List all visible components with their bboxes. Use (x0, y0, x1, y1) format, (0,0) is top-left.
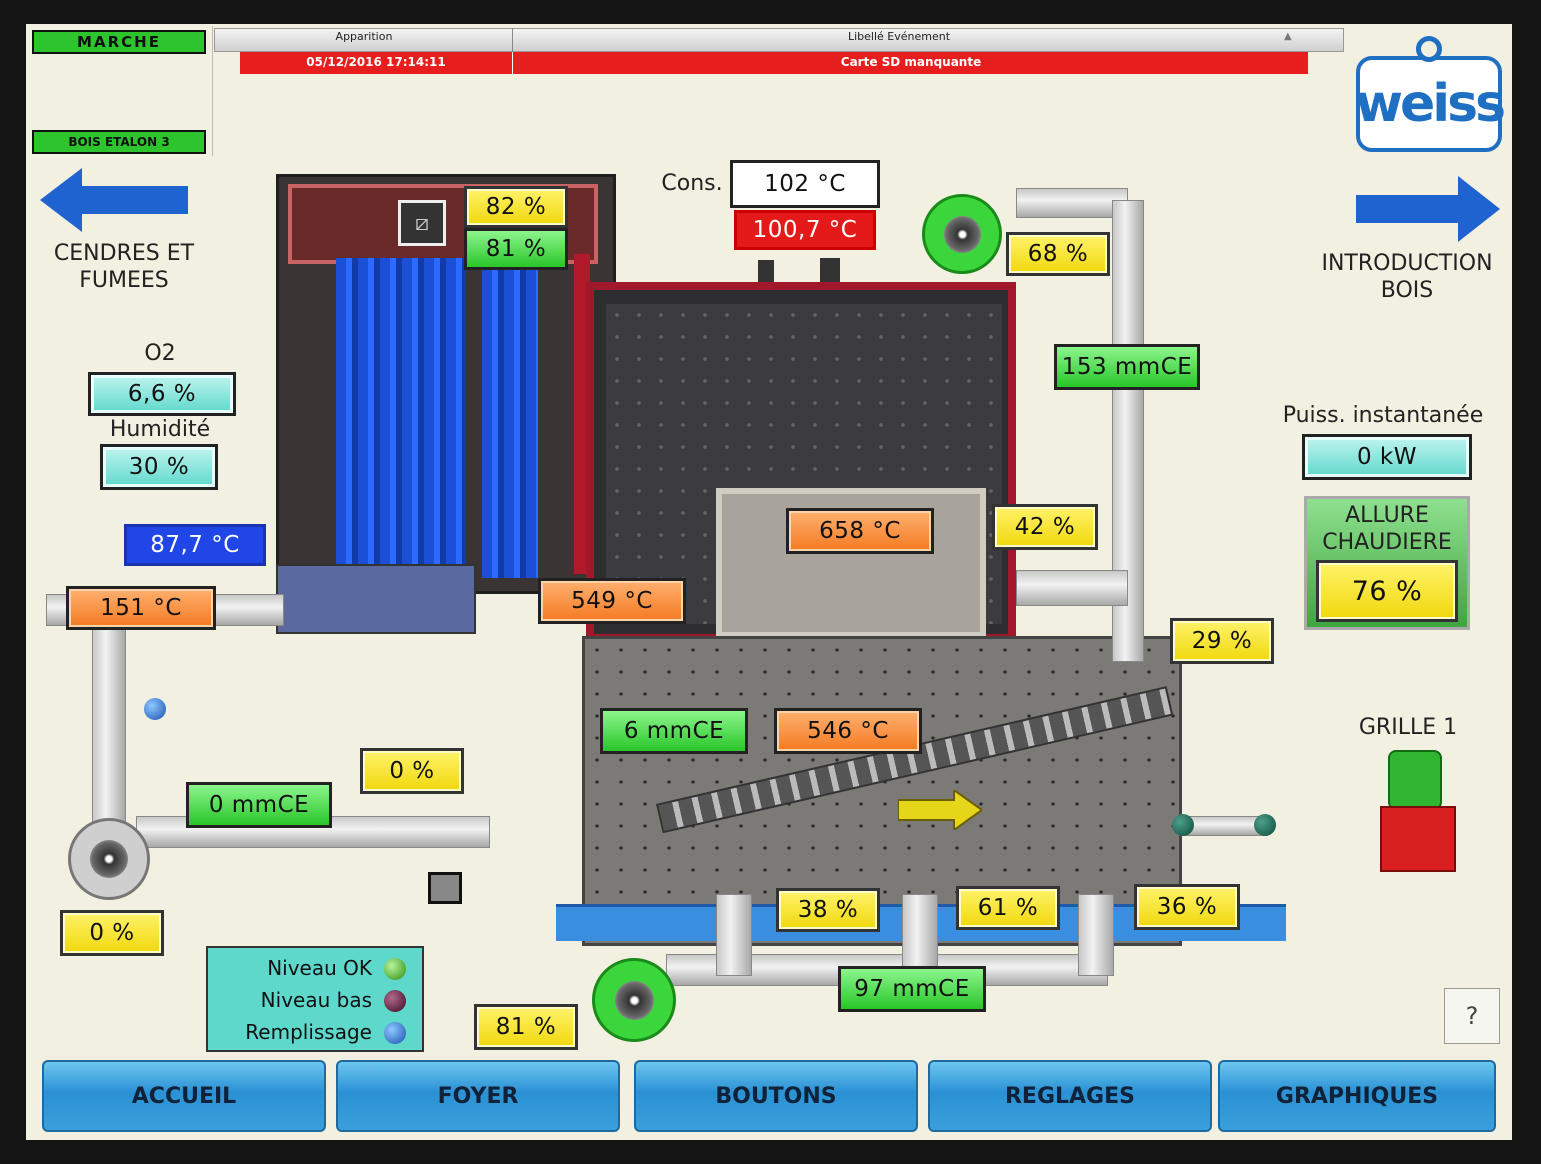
nav-right-arrow[interactable] (1356, 176, 1500, 242)
exchanger-tubes-a (336, 258, 466, 578)
o2-value[interactable]: 6,6 % (88, 372, 236, 416)
legend-ok-label: Niveau OK (267, 956, 372, 980)
grille-motor-fan (1388, 750, 1442, 810)
legend-fill-label: Remplissage (245, 1020, 372, 1044)
left-pressure-value[interactable]: 0 mmCE (186, 782, 332, 828)
furnace-stack-2 (820, 258, 840, 282)
exchanger-bottom-value[interactable]: 81 % (464, 228, 568, 270)
nav-right-line2: BOIS (1380, 278, 1434, 303)
under-grate-fan[interactable]: 81 % (474, 1004, 578, 1050)
temp-blue-value[interactable]: 87,7 °C (124, 524, 266, 566)
valve-indicator-left-icon (144, 698, 166, 720)
nav-left-arrow[interactable] (40, 168, 190, 232)
menu-foyer-button[interactable]: FOYER (336, 1060, 620, 1132)
under-grate-c[interactable]: 36 % (1134, 884, 1240, 930)
pipe-bottom-riser-2 (902, 894, 938, 976)
humidity-label: Humidité (109, 417, 211, 442)
o2-label: O2 (144, 341, 176, 366)
exchanger-base (276, 564, 476, 634)
hmi-screen: MARCHE BOIS ETALON 3 Apparition Libellé … (26, 24, 1512, 1140)
alarm-row[interactable]: 05/12/2016 17:14:11 Carte SD manquante (240, 52, 1308, 74)
power-value[interactable]: 0 kW (1302, 434, 1472, 480)
allure-line1: ALLURE (1345, 503, 1429, 528)
grille-motor-tank (1380, 806, 1456, 872)
grate-drive-indicator-1-icon (1172, 814, 1194, 836)
grate-drive-indicator-2-icon (1254, 814, 1276, 836)
arrow-right-icon (1356, 176, 1500, 242)
nav-left-line1: CENDRES ET (53, 241, 195, 266)
furnace-temp-mid[interactable]: 549 °C (538, 578, 686, 624)
consigne-actual: 100,7 °C (734, 210, 876, 250)
nav-left-label[interactable]: CENDRES ET FUMEES (34, 240, 214, 294)
alarm-row-divider (512, 52, 513, 74)
power-label: Puiss. instantanée (1282, 403, 1484, 428)
allure-label: ALLURE CHAUDIERE (1308, 502, 1466, 556)
furnace-pressure[interactable]: 6 mmCE (600, 708, 748, 754)
menu-accueil-button[interactable]: ACCUEIL (42, 1060, 326, 1132)
legend-ok-icon (384, 958, 406, 980)
weiss-logo-text: weiss (1354, 74, 1506, 134)
under-grate-a[interactable]: 38 % (776, 888, 880, 932)
fumes-temp-value[interactable]: 151 °C (66, 586, 216, 630)
nav-right-line1: INTRODUCTION (1321, 251, 1493, 276)
humidity-value[interactable]: 30 % (100, 444, 218, 490)
pipe-bottom-riser-3 (1078, 894, 1114, 976)
fan-top-icon[interactable] (922, 194, 1002, 274)
pipe-right-elbow (1016, 570, 1128, 606)
under-grate-b[interactable]: 61 % (956, 886, 1060, 930)
allure-line2: CHAUDIERE (1322, 530, 1452, 555)
consigne-setpoint[interactable]: 102 °C (730, 160, 880, 208)
nav-right-label[interactable]: INTRODUCTION BOIS (1312, 250, 1502, 304)
alarm-col-time: Apparition (335, 30, 393, 43)
exchanger-valve-icon[interactable]: ⧄ (398, 200, 446, 246)
damper-right2-value[interactable]: 29 % (1170, 618, 1274, 664)
furnace-temp-top[interactable]: 658 °C (786, 508, 934, 554)
level-legend: Niveau OK Niveau bas Remplissage (206, 946, 424, 1052)
help-button[interactable]: ? (1444, 988, 1500, 1044)
grille-label: GRILLE 1 (1358, 715, 1458, 740)
menu-reglages-button[interactable]: REGLAGES (928, 1060, 1212, 1132)
menu-boutons-button[interactable]: BOUTONS (634, 1060, 918, 1132)
left-damper-value[interactable]: 0 % (360, 748, 464, 794)
exchanger-top-value[interactable]: 82 % (464, 186, 568, 228)
grate-direction-arrow (897, 788, 984, 832)
grille-motor-icon[interactable] (1380, 746, 1456, 876)
pipe-bottom-riser-1 (716, 894, 752, 976)
legend-fill-icon (384, 1022, 406, 1044)
level-sensor-icon[interactable] (428, 872, 462, 904)
alarm-row-time: 05/12/2016 17:14:11 (306, 55, 446, 69)
consigne-label: Cons. (661, 171, 723, 196)
under-grate-pressure[interactable]: 97 mmCE (838, 966, 986, 1012)
weiss-logo-ring (1416, 36, 1442, 62)
sort-arrow-icon[interactable]: ▲ (1284, 31, 1292, 42)
damper-right-value[interactable]: 42 % (992, 504, 1098, 550)
legend-low-icon (384, 990, 406, 1012)
legend-low-label: Niveau bas (260, 988, 372, 1012)
menu-graphiques-button[interactable]: GRAPHIQUES (1218, 1060, 1496, 1132)
fan-top-value[interactable]: 68 % (1006, 232, 1110, 276)
fuel-indicator: BOIS ETALON 3 (32, 130, 206, 154)
fan-left-icon[interactable] (68, 818, 150, 900)
furnace-temp-low[interactable]: 546 °C (774, 708, 922, 754)
arrow-right-yellow-icon (897, 788, 984, 832)
weiss-logo: weiss (1354, 56, 1506, 152)
alarm-col-event: Libellé Evénement (847, 30, 951, 43)
furnace-stack-1 (758, 260, 774, 282)
pressure-top-value[interactable]: 153 mmCE (1054, 344, 1200, 390)
fan-bottom-icon[interactable] (592, 958, 676, 1042)
nav-left-line2: FUMEES (79, 268, 169, 293)
alarm-row-event: Carte SD manquante (840, 55, 982, 69)
mode-indicator: MARCHE (32, 30, 206, 54)
pipe-left-vertical (92, 614, 126, 826)
allure-value[interactable]: 76 % (1316, 560, 1458, 622)
exchanger-tubes-b (482, 258, 538, 578)
alarm-table[interactable]: Apparition Libellé Evénement ▲ 05/12/201… (214, 28, 1344, 78)
arrow-left-icon (40, 168, 188, 232)
left-fan-value[interactable]: 0 % (60, 910, 164, 956)
